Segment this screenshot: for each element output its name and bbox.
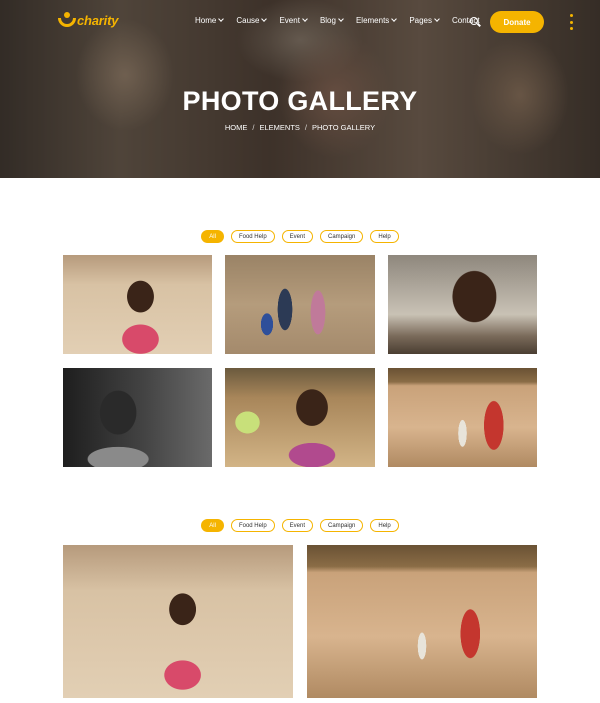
nav-label: Elements xyxy=(355,16,390,25)
chevron-down-icon xyxy=(302,16,308,22)
nav-label: Blog xyxy=(319,16,336,25)
nav-item-elements[interactable]: Elements xyxy=(355,16,398,25)
gallery-photo[interactable] xyxy=(63,255,212,354)
gallery-photo[interactable] xyxy=(388,255,537,354)
filter-event[interactable]: Event xyxy=(281,519,313,532)
breadcrumb-elements[interactable]: ELEMENTS xyxy=(259,123,299,132)
filter-event[interactable]: Event xyxy=(281,230,313,243)
main-nav: Home Cause Event Blog Elements Pages Con… xyxy=(195,16,493,25)
breadcrumb-current: PHOTO GALLERY xyxy=(312,123,376,132)
nav-label: Pages xyxy=(409,16,432,25)
filter-help[interactable]: Help xyxy=(370,519,399,532)
filter-food-help[interactable]: Food Help xyxy=(230,519,275,532)
gallery-filter-bar-2: All Food Help Event Campaign Help xyxy=(0,519,600,532)
gallery-photo[interactable] xyxy=(225,255,375,354)
filter-campaign[interactable]: Campaign xyxy=(320,519,364,532)
chevron-down-icon xyxy=(338,16,344,22)
gallery-photo-large[interactable] xyxy=(63,545,293,698)
logo[interactable]: charity xyxy=(58,12,118,28)
breadcrumb: HOME / ELEMENTS / PHOTO GALLERY xyxy=(0,123,600,132)
gallery-photo-large[interactable] xyxy=(307,545,537,698)
filter-campaign[interactable]: Campaign xyxy=(320,230,364,243)
charity-logo-icon xyxy=(58,12,76,28)
donate-button[interactable]: Donate xyxy=(490,11,544,33)
chevron-down-icon xyxy=(218,16,225,22)
chevron-down-icon xyxy=(434,16,440,22)
navbar: charity Home Cause Event Blog Elements P… xyxy=(0,0,600,44)
filter-food-help[interactable]: Food Help xyxy=(230,230,275,243)
chevron-down-icon xyxy=(391,16,398,22)
nav-item-event[interactable]: Event xyxy=(279,16,308,25)
gallery-filter-bar: All Food Help Event Campaign Help xyxy=(0,230,600,243)
filter-all[interactable]: All xyxy=(201,519,224,532)
nav-label: Cause xyxy=(236,16,260,25)
nav-item-home[interactable]: Home xyxy=(195,16,225,25)
breadcrumb-separator: / xyxy=(252,123,255,132)
nav-label: Event xyxy=(279,16,300,25)
breadcrumb-separator: / xyxy=(304,123,308,132)
filter-help[interactable]: Help xyxy=(370,230,399,243)
page-hero: charity Home Cause Event Blog Elements P… xyxy=(0,0,600,178)
nav-item-blog[interactable]: Blog xyxy=(319,16,344,25)
nav-item-cause[interactable]: Cause xyxy=(236,16,268,25)
nav-item-pages[interactable]: Pages xyxy=(409,16,440,25)
more-menu-icon[interactable] xyxy=(570,14,573,30)
gallery-photo[interactable] xyxy=(63,368,212,467)
chevron-down-icon xyxy=(261,16,268,22)
gallery-photo[interactable] xyxy=(388,368,537,467)
page-title: PHOTO GALLERY xyxy=(182,86,418,116)
gallery-photo[interactable] xyxy=(225,368,375,467)
search-icon[interactable] xyxy=(470,17,478,25)
nav-label: Home xyxy=(195,16,217,25)
breadcrumb-home[interactable]: HOME xyxy=(225,123,248,132)
logo-text: charity xyxy=(77,12,119,28)
filter-all[interactable]: All xyxy=(201,230,224,243)
